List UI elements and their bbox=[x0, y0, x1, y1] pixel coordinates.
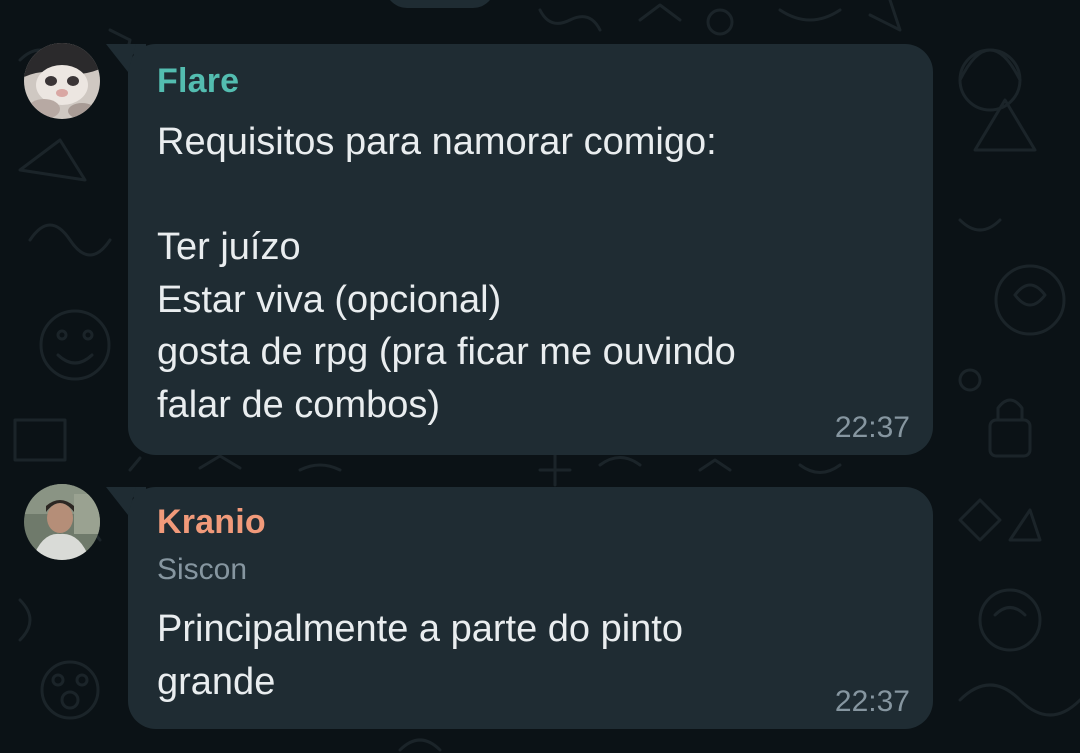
bubble-tail bbox=[106, 44, 146, 78]
sender-avatar-flare[interactable] bbox=[24, 43, 100, 119]
message-bubble[interactable]: Flare Requisitos para namorar comigo: Te… bbox=[106, 44, 933, 455]
message-text: Requisitos para namorar comigo: Ter juíz… bbox=[157, 121, 736, 426]
message-text: Principalmente a parte do pinto grande bbox=[157, 608, 683, 703]
sender-avatar-kranio[interactable] bbox=[24, 484, 100, 560]
sender-subtitle: Siscon bbox=[157, 553, 248, 586]
message-timestamp: 22:37 bbox=[834, 411, 910, 444]
previous-message-bubble-edge bbox=[385, 0, 495, 8]
person-photo-avatar-icon bbox=[24, 484, 100, 560]
chat-view: Flare Requisitos para namorar comigo: Te… bbox=[0, 0, 1080, 753]
bubble-tail bbox=[106, 487, 146, 521]
message-bubble[interactable]: Kranio Siscon Principalmente a parte do … bbox=[106, 487, 933, 729]
sender-name[interactable]: Flare bbox=[157, 62, 239, 101]
message-timestamp: 22:37 bbox=[834, 685, 910, 718]
cat-photo-avatar-icon bbox=[24, 43, 100, 119]
sender-name[interactable]: Kranio bbox=[157, 503, 266, 542]
